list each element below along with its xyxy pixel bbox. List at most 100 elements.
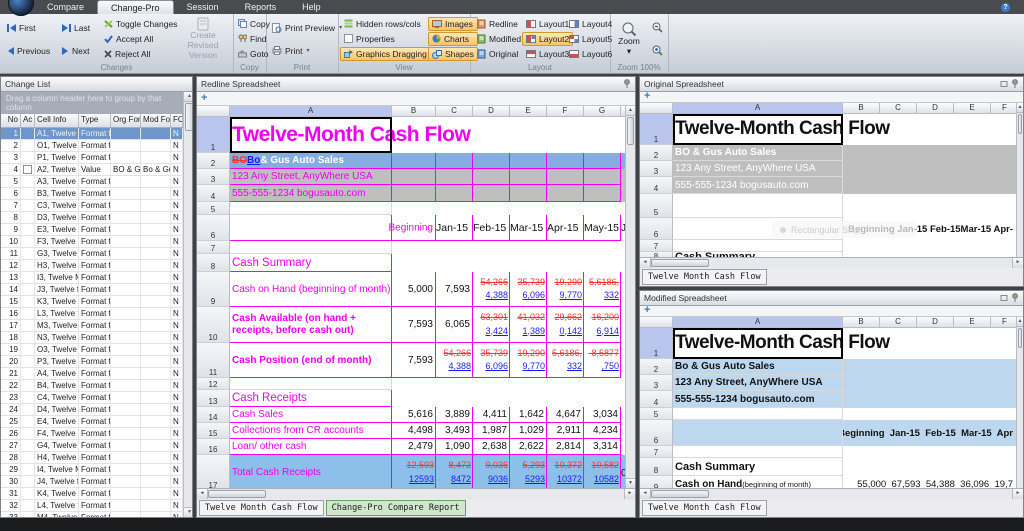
- properties-button[interactable]: Properties: [340, 32, 431, 46]
- row-header-17[interactable]: 17: [197, 455, 230, 488]
- first-button[interactable]: First: [3, 21, 54, 35]
- column-header-F[interactable]: F: [991, 317, 1016, 328]
- cell-B14[interactable]: 5,616: [392, 407, 436, 423]
- cell-E3[interactable]: [510, 169, 547, 185]
- scroll-up-icon[interactable]: ▲: [184, 92, 192, 102]
- tab-help[interactable]: Help: [289, 0, 334, 14]
- scroll-right-icon[interactable]: ►: [1012, 258, 1023, 268]
- cell-D17[interactable]: 9,036 9036: [473, 455, 510, 488]
- cell-F9[interactable]: 19,290 9,770: [547, 272, 584, 307]
- cell-D2[interactable]: [473, 153, 510, 169]
- corner-header[interactable]: [640, 317, 673, 328]
- cell-B4[interactable]: [392, 185, 436, 202]
- cell-A8[interactable]: Cash Summary: [673, 458, 843, 476]
- column-header-E[interactable]: E: [954, 103, 991, 114]
- table-row[interactable]: 28 H4, Twelve Format fN: [1, 452, 183, 464]
- redline-view-button[interactable]: Redline: [473, 17, 525, 31]
- merged-cells-9[interactable]: 55,000 67,593 54,388 36,096 19,7: [843, 476, 1016, 488]
- column-header-C[interactable]: C: [436, 106, 473, 117]
- row-header-13[interactable]: 13: [197, 390, 230, 407]
- table-row[interactable]: 15 K3, Twelve Format fN: [1, 296, 183, 308]
- column-header-E[interactable]: E: [954, 317, 991, 328]
- row-header-5[interactable]: 5: [197, 202, 230, 215]
- cell-B10[interactable]: 7,593: [392, 307, 436, 343]
- cell-A7[interactable]: [673, 446, 843, 458]
- cell-E16[interactable]: 2,622: [510, 439, 547, 455]
- checkbox[interactable]: [23, 165, 32, 175]
- cell-B17[interactable]: 12,593 12593: [392, 455, 436, 488]
- cell-A4[interactable]: 555-555-1234 bogusauto.com: [230, 185, 392, 202]
- cell-C4[interactable]: [436, 185, 473, 202]
- zoom-out-button[interactable]: [648, 20, 667, 35]
- column-header-A[interactable]: A: [673, 103, 843, 114]
- scroll-thumb[interactable]: [208, 490, 266, 498]
- row-header-10[interactable]: 10: [197, 307, 230, 343]
- cell-F2[interactable]: [547, 153, 584, 169]
- row-header-2[interactable]: 2: [197, 153, 230, 169]
- scroll-thumb[interactable]: [651, 259, 709, 267]
- cell-G11[interactable]: -8,5877,750: [584, 343, 621, 378]
- cell-A3[interactable]: 123 Any Street, AnyWhere USA: [673, 161, 843, 177]
- table-row[interactable]: 3 P1, Twelve Format fN: [1, 152, 183, 164]
- cell-A9[interactable]: Cash on Hand (beginning of month): [673, 476, 843, 488]
- cell-A3[interactable]: 123 Any Street, AnyWhere USA: [673, 375, 843, 391]
- modified-view-button[interactable]: Modified: [473, 32, 525, 46]
- column-header-D[interactable]: D: [473, 106, 510, 117]
- cell-C9[interactable]: 7,593: [436, 272, 473, 307]
- cell-E11[interactable]: 19,290 9,770: [510, 343, 547, 378]
- column-header-E[interactable]: E: [510, 106, 547, 117]
- cell-A13[interactable]: Cash Receipts: [230, 390, 392, 407]
- column-header-C[interactable]: C: [880, 103, 917, 114]
- redline-vscrollbar[interactable]: ▲ ▼: [625, 106, 635, 488]
- help-icon[interactable]: ?: [1001, 3, 1010, 12]
- cell-A17[interactable]: Total Cash Receipts: [230, 455, 392, 488]
- scroll-thumb[interactable]: [1018, 328, 1022, 348]
- table-row[interactable]: 10 F3, Twelve I Format fN: [1, 236, 183, 248]
- table-row[interactable]: 20 P3, Twelve Format fN: [1, 356, 183, 368]
- tab-session[interactable]: Session: [174, 0, 232, 14]
- cell-F16[interactable]: 2,814: [547, 439, 584, 455]
- cell-A9[interactable]: Cash on Hand (beginning of month): [230, 272, 392, 307]
- zoom-in-button[interactable]: [648, 43, 667, 58]
- original-view-button[interactable]: Original: [473, 47, 525, 61]
- column-header-F[interactable]: F: [991, 103, 1016, 114]
- cell-A5[interactable]: [673, 408, 843, 420]
- row-header-3[interactable]: 3: [640, 161, 673, 177]
- cell-F3[interactable]: [547, 169, 584, 185]
- table-row[interactable]: 17 M3, Twelve Format fN: [1, 320, 183, 332]
- cell-C3[interactable]: [436, 169, 473, 185]
- cell-D16[interactable]: 2,638: [473, 439, 510, 455]
- cell-F17[interactable]: 10,372 10372: [547, 455, 584, 488]
- merged-cells-6[interactable]: Beginning Jan-15 Feb-15 Mar-15 Apr: [843, 420, 1016, 446]
- row-header-4[interactable]: 4: [640, 391, 673, 408]
- cell-A7[interactable]: [673, 240, 843, 252]
- row-header-11[interactable]: 11: [197, 343, 230, 378]
- cell-A11[interactable]: Cash Position (end of month): [230, 343, 392, 378]
- cell-D15[interactable]: 1,987: [473, 423, 510, 439]
- column-header-B[interactable]: B: [843, 317, 880, 328]
- scroll-down-icon[interactable]: ▼: [184, 507, 192, 517]
- column-header-C[interactable]: C: [880, 317, 917, 328]
- modified-hscrollbar[interactable]: ◄ ►: [640, 488, 1023, 499]
- scroll-left-icon[interactable]: ◄: [640, 258, 651, 268]
- cell-A2[interactable]: BO Bo & Gus Auto Sales: [230, 153, 392, 169]
- column-header-F[interactable]: F: [547, 106, 584, 117]
- original-hscrollbar[interactable]: ◄ ►: [640, 257, 1023, 268]
- cell-B15[interactable]: 4,498: [392, 423, 436, 439]
- table-row[interactable]: 5 A3, Twelve Format fN: [1, 176, 183, 188]
- table-row[interactable]: 11 G3, Twelve Format fN: [1, 248, 183, 260]
- cell-E2[interactable]: [510, 153, 547, 169]
- row-header-1[interactable]: 1: [197, 117, 230, 153]
- row-header-3[interactable]: 3: [197, 169, 230, 185]
- table-row[interactable]: 6 B3, Twelve Format fN: [1, 188, 183, 200]
- cell-E4[interactable]: [510, 185, 547, 202]
- row-header-3[interactable]: 3: [640, 375, 673, 391]
- pin-icon[interactable]: [623, 79, 631, 89]
- table-row[interactable]: 23 C4, Twelve Format fN: [1, 392, 183, 404]
- scroll-left-icon[interactable]: ◄: [640, 489, 651, 499]
- layout6-button[interactable]: Layout6: [565, 47, 616, 61]
- scroll-left-icon[interactable]: ◄: [197, 489, 208, 499]
- cell-G9[interactable]: 5,6186, 332: [584, 272, 621, 307]
- sheet-tab-cash-flow[interactable]: Twelve Month Cash Flow: [199, 500, 324, 516]
- cell-C11[interactable]: 54,266 4,388: [436, 343, 473, 378]
